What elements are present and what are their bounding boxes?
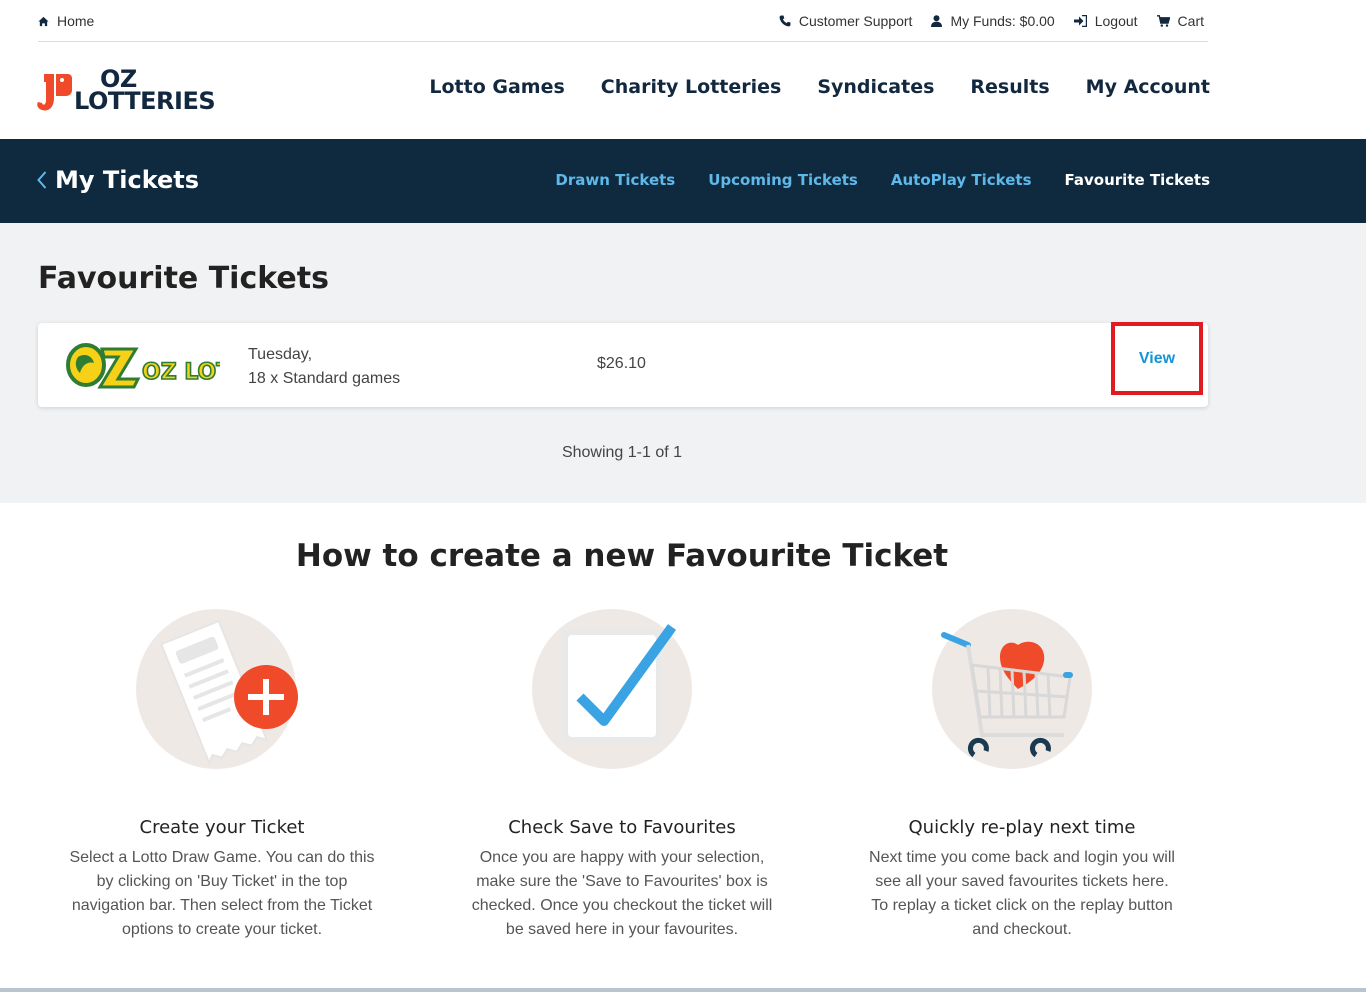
checkbox-tick-icon bbox=[532, 605, 712, 775]
howto-step-save: Check Save to Favourites Once you are ha… bbox=[462, 605, 782, 942]
ticket-plus-icon bbox=[132, 605, 312, 775]
chevron-left-icon bbox=[37, 171, 47, 189]
nav-my-account[interactable]: My Account bbox=[1086, 76, 1210, 98]
phone-icon bbox=[779, 15, 791, 27]
logo-text: OZ LOTTERIES bbox=[74, 65, 216, 115]
tab-upcoming-tickets[interactable]: Upcoming Tickets bbox=[708, 171, 858, 189]
tickets-subnav: Drawn Tickets Upcoming Tickets AutoPlay … bbox=[522, 171, 1210, 189]
oz-lotteries-logo[interactable]: OZ LOTTERIES bbox=[36, 65, 216, 116]
howto-title: How to create a new Favourite Ticket bbox=[295, 538, 949, 574]
utility-bar: Home Customer Support My Funds: $0.00 Lo… bbox=[38, 0, 1208, 42]
my-tickets-back-link[interactable]: My Tickets bbox=[37, 166, 199, 194]
nav-syndicates[interactable]: Syndicates bbox=[817, 76, 934, 98]
favourite-ticket-card: OZ LOTTO Tuesday, 18 x Standard games $2… bbox=[38, 322, 1208, 407]
cart-icon bbox=[1156, 15, 1170, 27]
step-title: Create your Ticket bbox=[139, 817, 305, 838]
step-description: Select a Lotto Draw Game. You can do thi… bbox=[69, 849, 375, 938]
nav-charity-lotteries[interactable]: Charity Lotteries bbox=[601, 76, 782, 98]
page-title: Favourite Tickets bbox=[38, 261, 329, 296]
cart-heart-icon bbox=[932, 605, 1112, 775]
step-title: Check Save to Favourites bbox=[508, 817, 736, 838]
nav-lotto-games[interactable]: Lotto Games bbox=[429, 76, 564, 98]
logout-link[interactable]: Logout bbox=[1073, 13, 1138, 29]
logout-icon bbox=[1073, 15, 1087, 27]
pagination-summary: Showing 1-1 of 1 bbox=[561, 444, 683, 461]
user-icon bbox=[931, 15, 943, 27]
home-link[interactable]: Home bbox=[38, 13, 94, 29]
favourites-section: Favourite Tickets OZ LOTTO Tuesday, 18 x… bbox=[0, 223, 1366, 503]
howto-step-replay: Quickly re-play next time Next time you … bbox=[862, 605, 1182, 942]
ticket-details: Tuesday, 18 x Standard games bbox=[248, 343, 400, 391]
nav-results[interactable]: Results bbox=[970, 76, 1049, 98]
step-description: Next time you come back and login you wi… bbox=[869, 849, 1175, 938]
howto-step-create: Create your Ticket Select a Lotto Draw G… bbox=[62, 605, 382, 942]
tab-drawn-tickets[interactable]: Drawn Tickets bbox=[555, 171, 675, 189]
ticket-games: 18 x Standard games bbox=[248, 370, 401, 387]
customer-support-link[interactable]: Customer Support bbox=[779, 13, 912, 29]
bottom-divider bbox=[0, 988, 1366, 992]
step-title: Quickly re-play next time bbox=[908, 817, 1136, 838]
my-tickets-bar: My Tickets Drawn Tickets Upcoming Ticket… bbox=[0, 139, 1366, 223]
tab-autoplay-tickets[interactable]: AutoPlay Tickets bbox=[891, 171, 1032, 189]
oz-lotto-logo: OZ LOTTO bbox=[66, 343, 220, 389]
elephant-logo-icon bbox=[37, 74, 72, 111]
oz-lotto-logo-text: OZ LOTTO bbox=[142, 360, 220, 385]
tab-favourite-tickets[interactable]: Favourite Tickets bbox=[1065, 171, 1210, 189]
ticket-price: $26.10 bbox=[597, 355, 646, 372]
home-icon bbox=[38, 16, 49, 26]
view-ticket-button[interactable]: View bbox=[1111, 322, 1203, 395]
my-funds-link[interactable]: My Funds: $0.00 bbox=[931, 13, 1055, 29]
site-header: OZ LOTTERIES Lotto Games Charity Lotteri… bbox=[0, 42, 1366, 139]
step-description: Once you are happy with your selection, … bbox=[471, 849, 773, 938]
cart-link[interactable]: Cart bbox=[1156, 13, 1204, 29]
ticket-day: Tuesday, bbox=[248, 346, 313, 363]
main-nav: Lotto Games Charity Lotteries Syndicates… bbox=[393, 76, 1210, 98]
